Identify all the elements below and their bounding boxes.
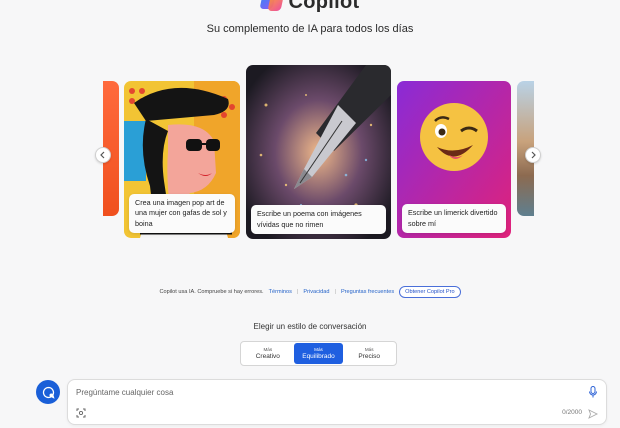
style-balanced-button[interactable]: Más Equilibrado (293, 343, 344, 364)
privacy-link[interactable]: Privacidad (303, 289, 329, 295)
app-title: Copilot (288, 0, 360, 13)
divider: | (296, 289, 299, 295)
conversation-style-selector: Más Creativo Más Equilibrado Más Preciso (240, 341, 397, 366)
suggestion-carousel: Crea una imagen pop art de una mujer con… (103, 63, 534, 243)
chat-input-box: 0/2000 (67, 379, 607, 425)
style-precise-button[interactable]: Más Preciso (344, 343, 394, 364)
character-counter: 0/2000 (562, 409, 582, 416)
style-label: Preciso (358, 352, 381, 360)
ai-notice: Copilot usa IA. Compruebe si hay errores… (159, 289, 264, 295)
suggestion-caption: Crea una imagen pop art de una mujer con… (129, 193, 235, 233)
chat-bubble-icon (42, 386, 55, 399)
microphone-icon[interactable] (588, 386, 598, 398)
style-creative-button[interactable]: Más Creativo (243, 343, 293, 364)
carousel-prev-button[interactable] (95, 147, 111, 163)
send-icon[interactable] (588, 409, 598, 419)
chevron-right-icon (531, 151, 536, 159)
suggestion-card-limerick[interactable]: Escribe un limerick divertido sobre mí (397, 81, 511, 238)
footer-links: Copilot usa IA. Compruebe si hay errores… (0, 286, 620, 298)
new-topic-button[interactable] (36, 380, 60, 404)
suggestion-caption: Escribe un limerick divertido sobre mí (402, 204, 506, 233)
brand: Copilot (0, 0, 620, 14)
chevron-left-icon (100, 151, 105, 159)
chat-input[interactable] (76, 388, 576, 397)
style-label: Equilibrado (302, 352, 335, 360)
suggestion-card-pop-art[interactable]: Crea una imagen pop art de una mujer con… (124, 81, 240, 238)
faq-link[interactable]: Preguntas frecuentes (341, 289, 394, 295)
suggestion-card-poem[interactable]: Escribe un poema con imágenes vívidas qu… (246, 65, 391, 239)
copilot-logo-icon (259, 0, 284, 13)
carousel-next-button[interactable] (525, 147, 541, 163)
divider: | (334, 289, 336, 295)
image-upload-icon[interactable] (76, 408, 86, 418)
conversation-style-label: Elegir un estilo de conversación (253, 322, 367, 331)
terms-link[interactable]: Términos (269, 289, 292, 295)
get-copilot-pro-button[interactable]: Obtener Copilot Pro (399, 286, 461, 298)
style-label: Creativo (255, 352, 280, 360)
suggestion-caption: Escribe un poema con imágenes vívidas qu… (251, 205, 386, 234)
app-subtitle: Su complemento de IA para todos los días (206, 23, 414, 35)
